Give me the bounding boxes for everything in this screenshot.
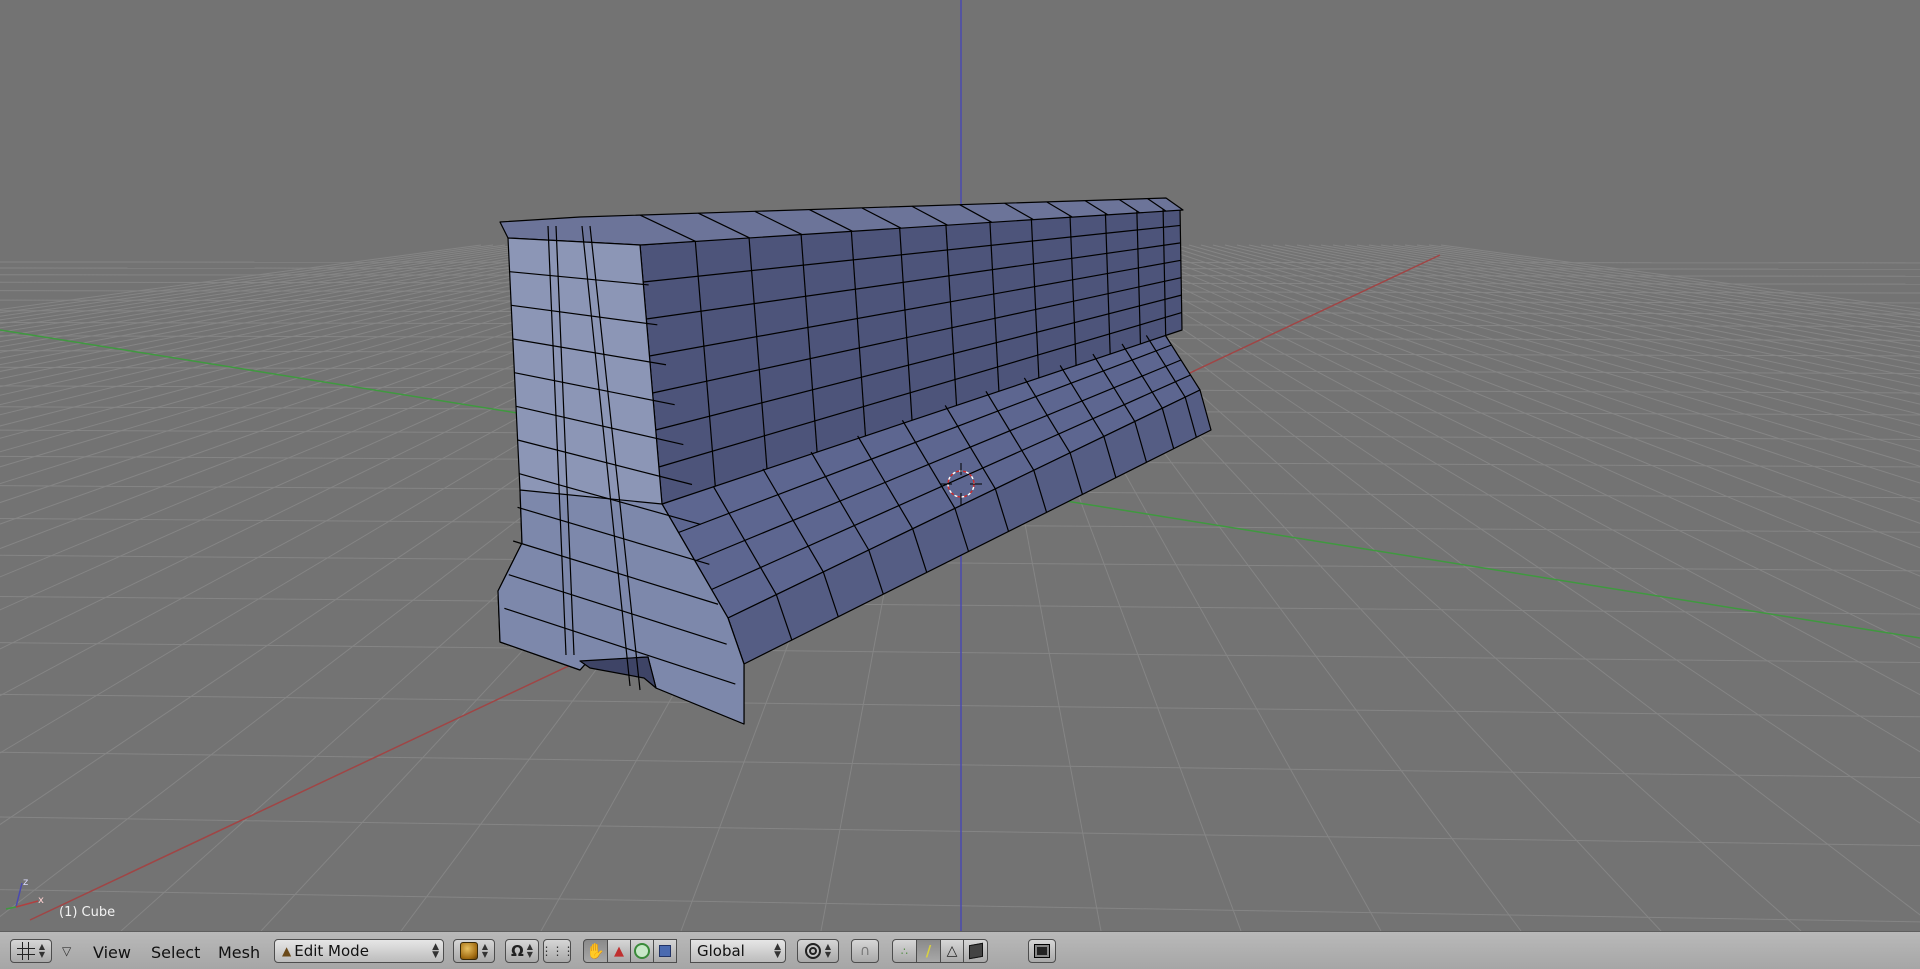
- face-select-mode[interactable]: △: [940, 939, 964, 963]
- rotate-manipulator-toggle[interactable]: ▲: [607, 939, 631, 963]
- grid-line: [1224, 244, 1920, 415]
- mode-select-value: Edit Mode: [294, 942, 369, 960]
- 3d-view-grid-icon: [16, 942, 35, 960]
- grid-line: [1080, 244, 1920, 696]
- viewport-scene: [0, 0, 1920, 931]
- grid-line: [1380, 244, 1920, 329]
- grid-line: [1044, 244, 1920, 916]
- grid-line: [1200, 244, 1920, 439]
- view-menu[interactable]: View: [93, 943, 131, 962]
- occlude-geometry-icon: [968, 942, 983, 960]
- barrier-mesh: [497, 197, 1212, 725]
- viewport-shading-button[interactable]: ▲ ▼: [453, 939, 495, 963]
- magnet-icon: ∩: [859, 943, 871, 959]
- grid-line: [0, 889, 1920, 923]
- mode-triangle-icon: ▲: [282, 944, 292, 958]
- grid-line: [0, 595, 1920, 615]
- grid-line: [1116, 244, 1920, 577]
- grid-line: [1236, 244, 1920, 405]
- grid-line: [1392, 244, 1920, 324]
- grid-line: [1068, 244, 1920, 753]
- grid-line: [1212, 244, 1920, 426]
- render-image-icon: [1034, 944, 1050, 958]
- 3d-viewport[interactable]: z x (1) Cube: [0, 0, 1920, 931]
- grid-line: [0, 244, 542, 329]
- grid-line: [0, 244, 530, 325]
- proportional-edit-button[interactable]: ▲ ▼: [797, 939, 839, 963]
- grid-line: [0, 751, 1920, 779]
- grid-line: [1176, 244, 1920, 467]
- snap-toggle[interactable]: ∩: [851, 939, 879, 963]
- grid-line: [0, 816, 1920, 847]
- proportional-edit-icon: [804, 943, 821, 959]
- pivot-icon: Ω: [511, 942, 524, 960]
- grid-line: [0, 642, 1920, 664]
- vertex-select-mode[interactable]: ∴: [892, 939, 917, 963]
- edge-select-mode[interactable]: /: [916, 939, 941, 963]
- manipulator-toggle[interactable]: ⋮⋮⋮: [540, 939, 575, 963]
- grid-line: [1320, 244, 1920, 353]
- rotate-triangle-icon: ▲: [614, 943, 624, 959]
- viewport-header: ▲ ▼ ▽ View Select Mesh ▲ Edit Mode ▲ ▼ ▲ ▼ …: [0, 931, 1920, 969]
- vertex-select-icon: ∴: [901, 944, 908, 958]
- mesh-menu[interactable]: Mesh: [218, 943, 260, 962]
- grid-line: [0, 693, 1920, 718]
- grid-line: [1056, 244, 1920, 824]
- render-opengl-button[interactable]: [1028, 939, 1056, 963]
- select-menu[interactable]: Select: [151, 943, 200, 962]
- grid-line: [1260, 244, 1920, 387]
- transform-orientation-value: Global: [697, 942, 745, 960]
- occlude-geometry-toggle[interactable]: [963, 939, 988, 963]
- grid-line: [0, 244, 518, 321]
- mode-select[interactable]: ▲ Edit Mode ▲ ▼: [274, 939, 444, 963]
- axis-z-label: z: [23, 877, 28, 888]
- grid-line: [1428, 244, 1920, 313]
- edge-select-icon: /: [925, 942, 932, 960]
- axis-x-label: x: [38, 895, 44, 906]
- grid-line: [1404, 244, 1920, 321]
- grid-line: [0, 554, 1920, 572]
- pivot-point-button[interactable]: Ω ▲ ▼: [505, 939, 539, 963]
- collapse-menus-icon[interactable]: ▽: [62, 944, 71, 958]
- scale-circle-icon: [634, 943, 650, 959]
- grid-line: [0, 244, 494, 314]
- manipulator-icon: ⋮⋮⋮: [540, 944, 575, 958]
- editor-type-button[interactable]: ▲ ▼: [10, 939, 52, 963]
- solid-shading-icon: [459, 942, 478, 960]
- grid-line: [0, 244, 482, 310]
- square-icon: [659, 945, 671, 957]
- grid-line: [1188, 244, 1920, 452]
- grid-line: [1284, 244, 1920, 372]
- face-select-icon: △: [946, 943, 958, 959]
- translate-manipulator-toggle[interactable]: ✋: [583, 939, 608, 963]
- scale-manipulator-toggle[interactable]: [630, 939, 654, 963]
- active-object-label: (1) Cube: [59, 905, 116, 920]
- combined-manipulator-toggle[interactable]: [653, 939, 677, 963]
- transform-orientation-select[interactable]: Global ▲ ▼: [690, 939, 786, 963]
- grid-line: [1272, 244, 1920, 379]
- grid-line: [1092, 244, 1920, 649]
- hand-icon: ✋: [586, 942, 605, 960]
